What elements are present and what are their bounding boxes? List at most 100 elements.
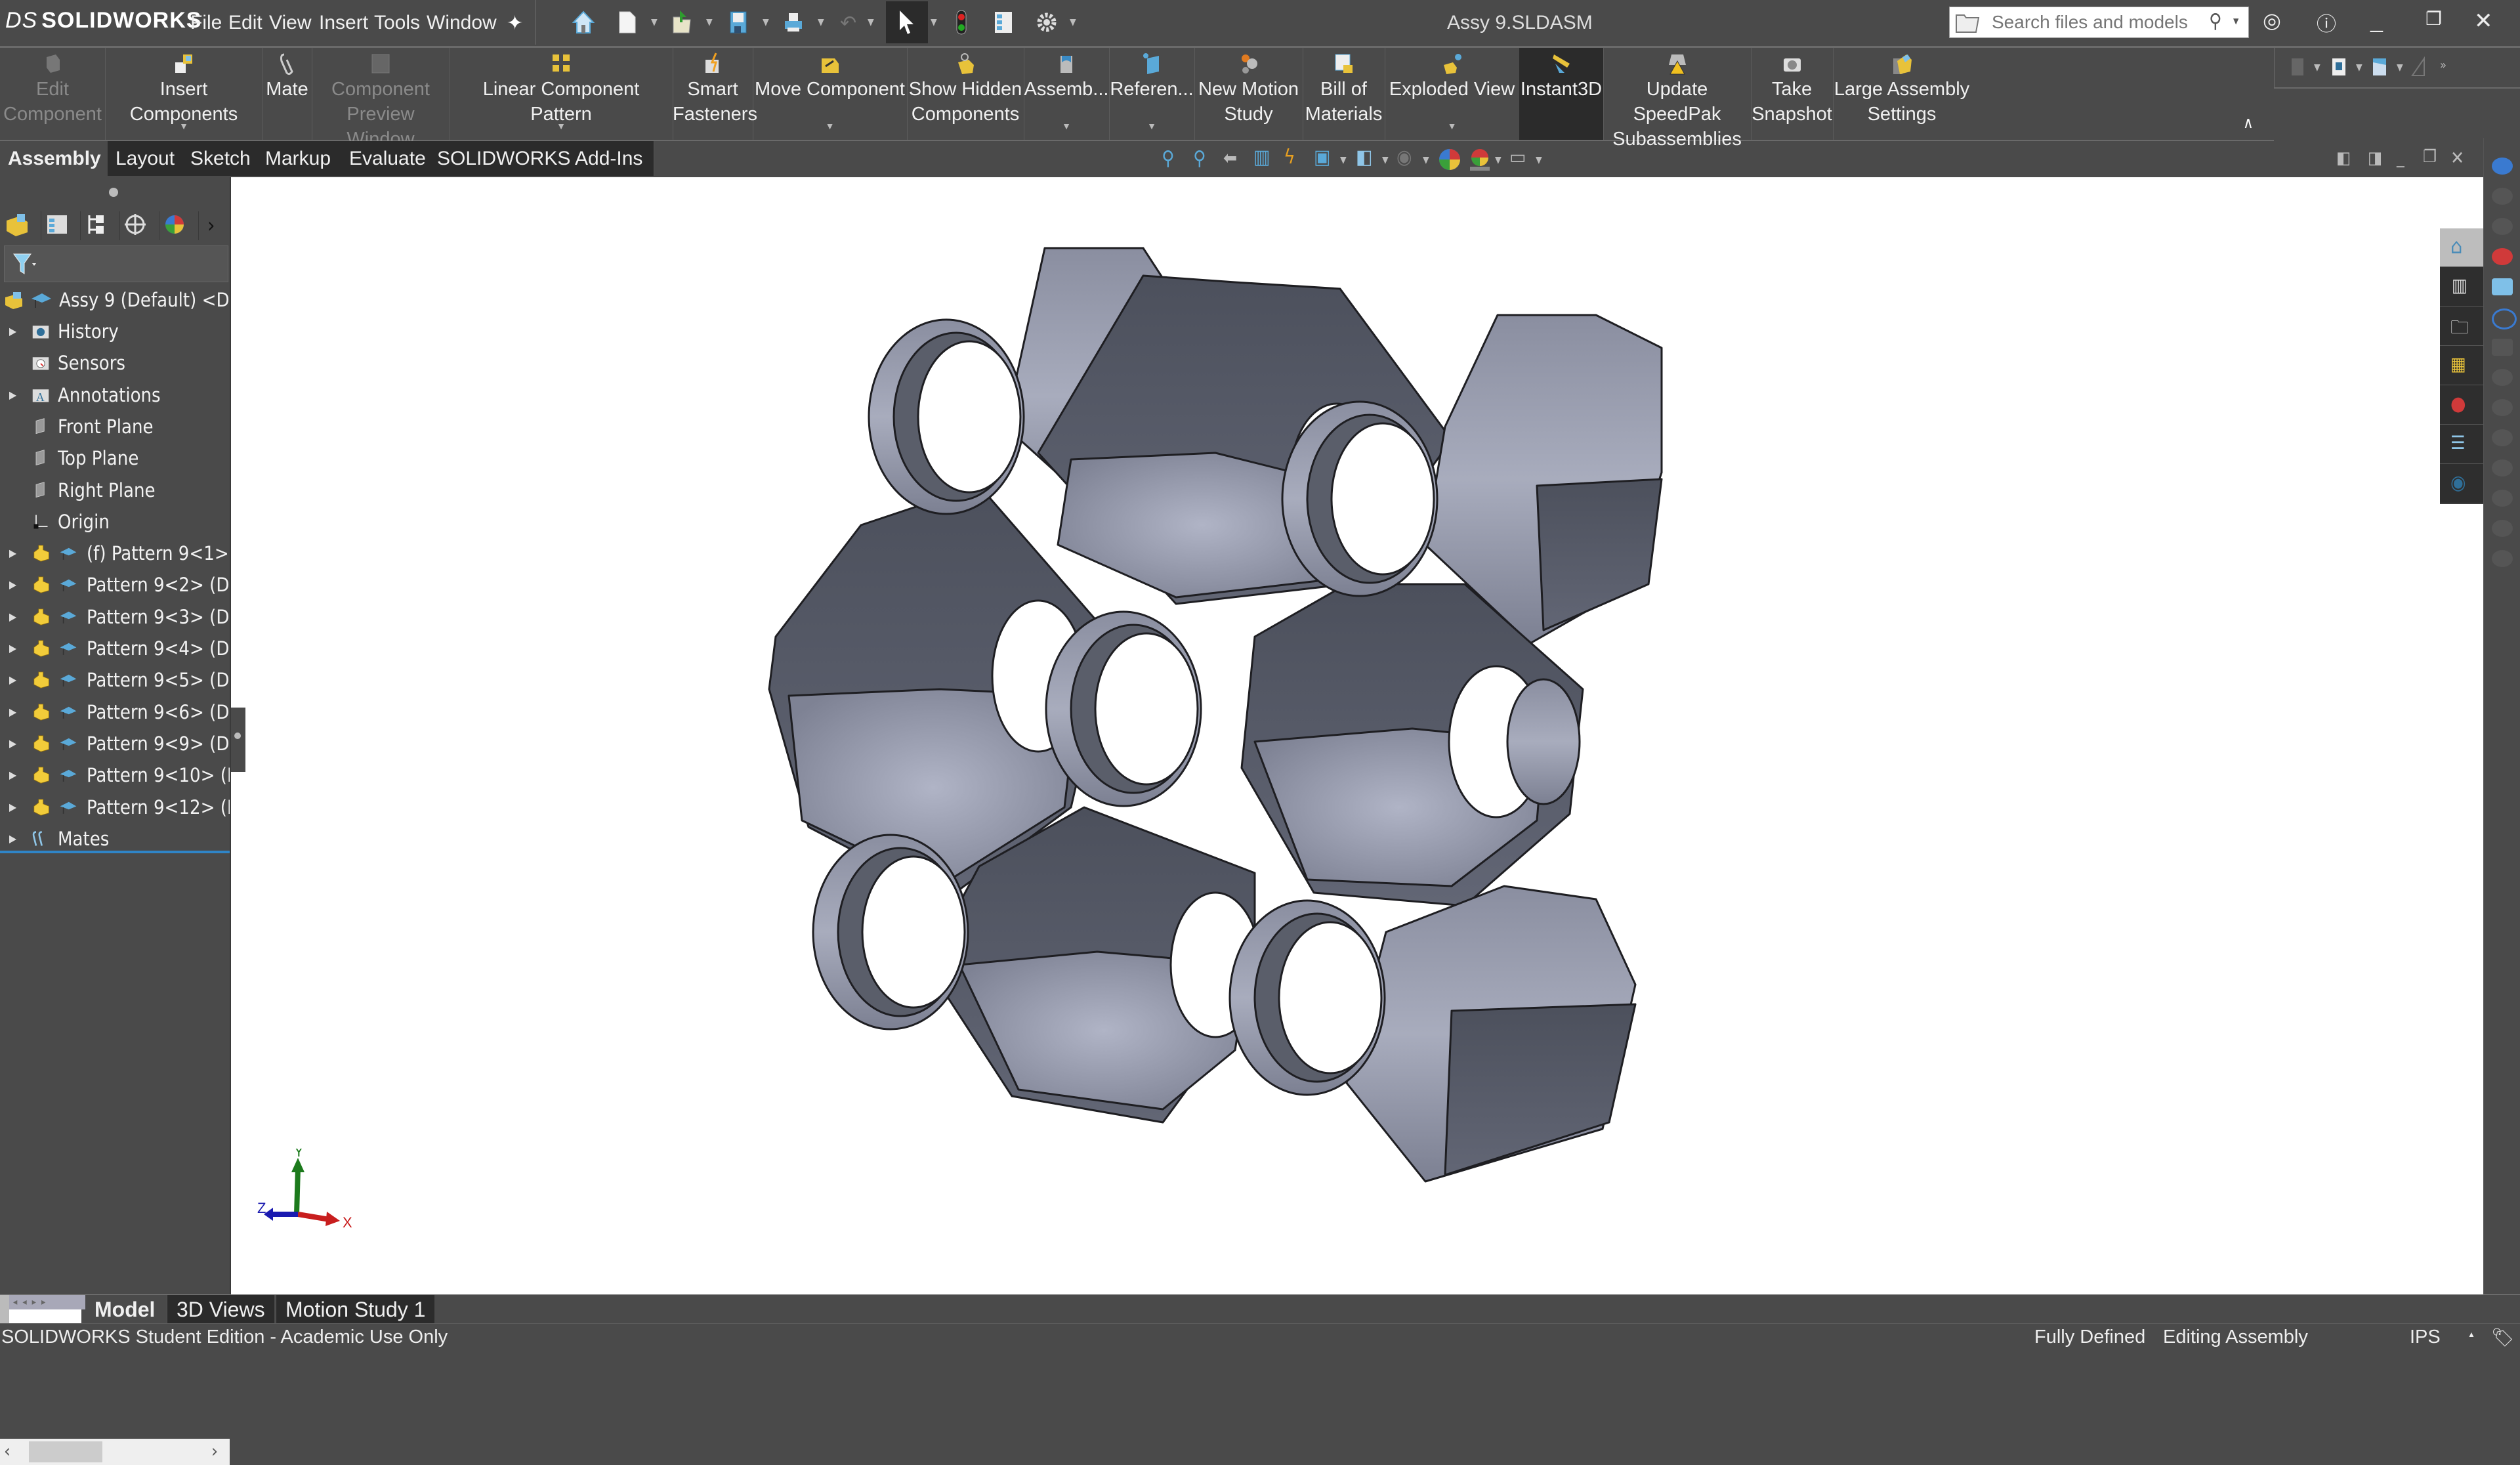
display-style-icon[interactable] bbox=[2370, 56, 2390, 78]
viewport-close-icon[interactable]: ✕ bbox=[2450, 147, 2464, 169]
zoom-to-area-icon[interactable]: ⚲ bbox=[1193, 147, 1206, 170]
task-pane-appearances[interactable]: ● bbox=[2440, 386, 2483, 425]
tree-item[interactable]: ▶ Pattern 9<4> (D bbox=[0, 634, 230, 663]
view-orientation-icon[interactable]: ▣ bbox=[1314, 146, 1331, 169]
dropdown-icon[interactable]: ▼ bbox=[2356, 62, 2362, 73]
units-selector[interactable]: IPS bbox=[2410, 1324, 2441, 1351]
move-component-button[interactable]: Move Component ▼ bbox=[753, 48, 908, 140]
tree-item[interactable]: Origin bbox=[0, 507, 230, 536]
exploded-view-button[interactable]: Exploded View ▼ bbox=[1385, 48, 1520, 140]
tab-scroll-controls[interactable]: ◂◂▸▸ bbox=[0, 1295, 85, 1324]
render-region-icon[interactable] bbox=[2492, 369, 2513, 386]
collapse-ribbon-icon[interactable]: ∧ bbox=[2243, 114, 2254, 132]
assembly-features-dropdown-icon[interactable]: ▼ bbox=[1024, 114, 1109, 138]
smart-fasteners-button[interactable]: Smart Fasteners bbox=[673, 48, 757, 140]
scroll-thumb[interactable] bbox=[29, 1441, 102, 1462]
tab-evaluate[interactable]: Evaluate bbox=[341, 141, 430, 176]
section-view-icon[interactable]: ▥ bbox=[1253, 146, 1270, 169]
panel-collapse-handle[interactable] bbox=[231, 708, 245, 772]
instant3d-button[interactable]: Instant3D bbox=[1519, 48, 1604, 140]
tree-item[interactable]: ▶ Pattern 9<2> (D bbox=[0, 570, 230, 599]
expand-arrow-icon[interactable]: ▶ bbox=[9, 539, 16, 568]
units-dropdown-icon[interactable]: ▲ bbox=[2468, 1321, 2475, 1348]
task-pane-design-library[interactable]: ▥ bbox=[2440, 268, 2483, 307]
ring-top-right[interactable] bbox=[1281, 400, 1438, 597]
options-gear-icon[interactable] bbox=[1036, 9, 1058, 35]
preview-render-icon[interactable] bbox=[2492, 429, 2513, 446]
open-icon[interactable] bbox=[671, 9, 693, 35]
viewport-restore-icon[interactable]: ❐ bbox=[2423, 147, 2437, 167]
reference-geometry-button[interactable]: Referen... ▼ bbox=[1109, 48, 1195, 140]
expand-arrow-icon[interactable]: ▶ bbox=[9, 698, 16, 727]
task-pane-solidworks-forum[interactable]: ◉ bbox=[2440, 465, 2483, 503]
dropdown-icon[interactable]: ▼ bbox=[2397, 62, 2403, 73]
search-dropdown-icon[interactable]: ▼ bbox=[2233, 16, 2238, 26]
menu-tools[interactable]: Tools bbox=[374, 12, 420, 34]
task-pane-home[interactable]: ⌂ bbox=[2440, 228, 2483, 267]
menu-window[interactable]: Window bbox=[427, 12, 497, 34]
hide-show-items-icon[interactable]: ◉ bbox=[1396, 146, 1412, 169]
expand-arrow-icon[interactable]: ▶ bbox=[9, 381, 16, 410]
task-pane-custom-properties[interactable]: ☰ bbox=[2440, 425, 2483, 464]
tag-icon[interactable]: 🏷 bbox=[2491, 1324, 2515, 1351]
ring-center[interactable] bbox=[1045, 610, 1202, 807]
dropdown-icon[interactable]: ▼ bbox=[1536, 155, 1542, 165]
scroll-left-icon[interactable]: ‹ bbox=[4, 1440, 10, 1462]
search-icon[interactable]: ⚲ bbox=[2209, 10, 2222, 33]
component-preview-window-button[interactable]: Component Preview Window bbox=[312, 48, 450, 150]
expand-arrow-icon[interactable]: ▶ bbox=[9, 603, 16, 631]
tab-sketch[interactable]: Sketch bbox=[182, 141, 258, 176]
tree-item[interactable]: ▶ Pattern 9<3> (D bbox=[0, 603, 230, 631]
search-input[interactable] bbox=[1990, 11, 2190, 33]
cell-bottom-right[interactable] bbox=[1345, 885, 1637, 1183]
tree-item[interactable]: ▶ Pattern 9<5> (D bbox=[0, 666, 230, 694]
dropdown-icon[interactable]: ▼ bbox=[1340, 155, 1347, 165]
tab-motion-study-1[interactable]: Motion Study 1 bbox=[276, 1295, 435, 1324]
large-assembly-settings-button[interactable]: Large Assembly Settings bbox=[1833, 48, 1971, 140]
update-speedpak-button[interactable]: Update SpeedPak Subassemblies bbox=[1603, 48, 1752, 150]
pin-menu-icon[interactable]: ✦ bbox=[507, 12, 523, 35]
tree-item[interactable]: Front Plane bbox=[0, 412, 230, 441]
bill-of-materials-button[interactable]: Bill of Materials bbox=[1303, 48, 1385, 140]
property-manager-tab[interactable] bbox=[42, 211, 81, 240]
recall-render-icon[interactable] bbox=[2492, 550, 2513, 567]
new-dropdown-icon[interactable]: ▼ bbox=[651, 17, 658, 28]
expand-arrow-icon[interactable]: ▶ bbox=[9, 824, 16, 853]
restore-button[interactable]: ❐ bbox=[2426, 8, 2442, 30]
tab-3d-views[interactable]: 3D Views bbox=[167, 1295, 274, 1324]
undo-dropdown-icon[interactable]: ▼ bbox=[868, 17, 874, 28]
tree-item[interactable]: Top Plane bbox=[0, 444, 230, 473]
viewport-tile-left-icon[interactable]: ◧ bbox=[2336, 148, 2351, 168]
more-icon[interactable]: » bbox=[2440, 58, 2446, 72]
viewport-tile-right-icon[interactable]: ◨ bbox=[2368, 148, 2382, 168]
target-icon[interactable] bbox=[2492, 308, 2517, 329]
display-manager-tab[interactable] bbox=[160, 211, 199, 240]
menu-view[interactable]: View bbox=[269, 12, 311, 34]
new-document-icon[interactable] bbox=[616, 9, 638, 35]
configuration-manager-tab[interactable] bbox=[81, 211, 120, 240]
panel-splitter-handle[interactable] bbox=[109, 188, 118, 197]
exploded-view-dropdown-icon[interactable]: ▼ bbox=[1385, 114, 1519, 138]
menu-file[interactable]: File bbox=[190, 12, 222, 34]
render-window-icon[interactable] bbox=[2492, 339, 2513, 356]
apply-scene-icon[interactable] bbox=[1467, 147, 1492, 172]
dropdown-icon[interactable]: ▼ bbox=[1423, 155, 1429, 165]
graphics-area[interactable]: ⚲ ⚲ ⬅ ▥ ϟ ▣ ▼ ◧ ▼ ◉ ▼ ▼ ▭ ▼ ◧ ◨ _ ❐ ✕ Y … bbox=[231, 146, 2483, 1294]
dropdown-icon[interactable]: ▼ bbox=[1495, 155, 1502, 165]
tree-horizontal-scrollbar[interactable]: ‹ › bbox=[0, 1439, 230, 1465]
save-dropdown-icon[interactable]: ▼ bbox=[763, 17, 769, 28]
select-tool-button[interactable] bbox=[886, 1, 928, 43]
feature-manager-tab[interactable] bbox=[3, 211, 41, 240]
dynamic-annotation-icon[interactable]: ϟ bbox=[1284, 146, 1295, 169]
expand-arrow-icon[interactable]: ▶ bbox=[9, 729, 16, 758]
edit-scene-icon[interactable] bbox=[2492, 248, 2513, 265]
tab-assembly[interactable]: Assembly bbox=[0, 141, 108, 176]
tree-item[interactable]: ▶ (f) Pattern 9<1> bbox=[0, 539, 230, 568]
file-properties-icon[interactable] bbox=[992, 9, 1015, 35]
minimize-button[interactable]: _ bbox=[2370, 8, 2383, 33]
tree-item[interactable]: ▶ Mates bbox=[0, 824, 230, 853]
edit-component-button[interactable]: Edit Component bbox=[0, 48, 106, 140]
expand-arrow-icon[interactable]: ▶ bbox=[9, 793, 16, 822]
expand-arrow-icon[interactable]: ▶ bbox=[9, 570, 16, 599]
move-component-dropdown-icon[interactable]: ▼ bbox=[753, 114, 907, 138]
